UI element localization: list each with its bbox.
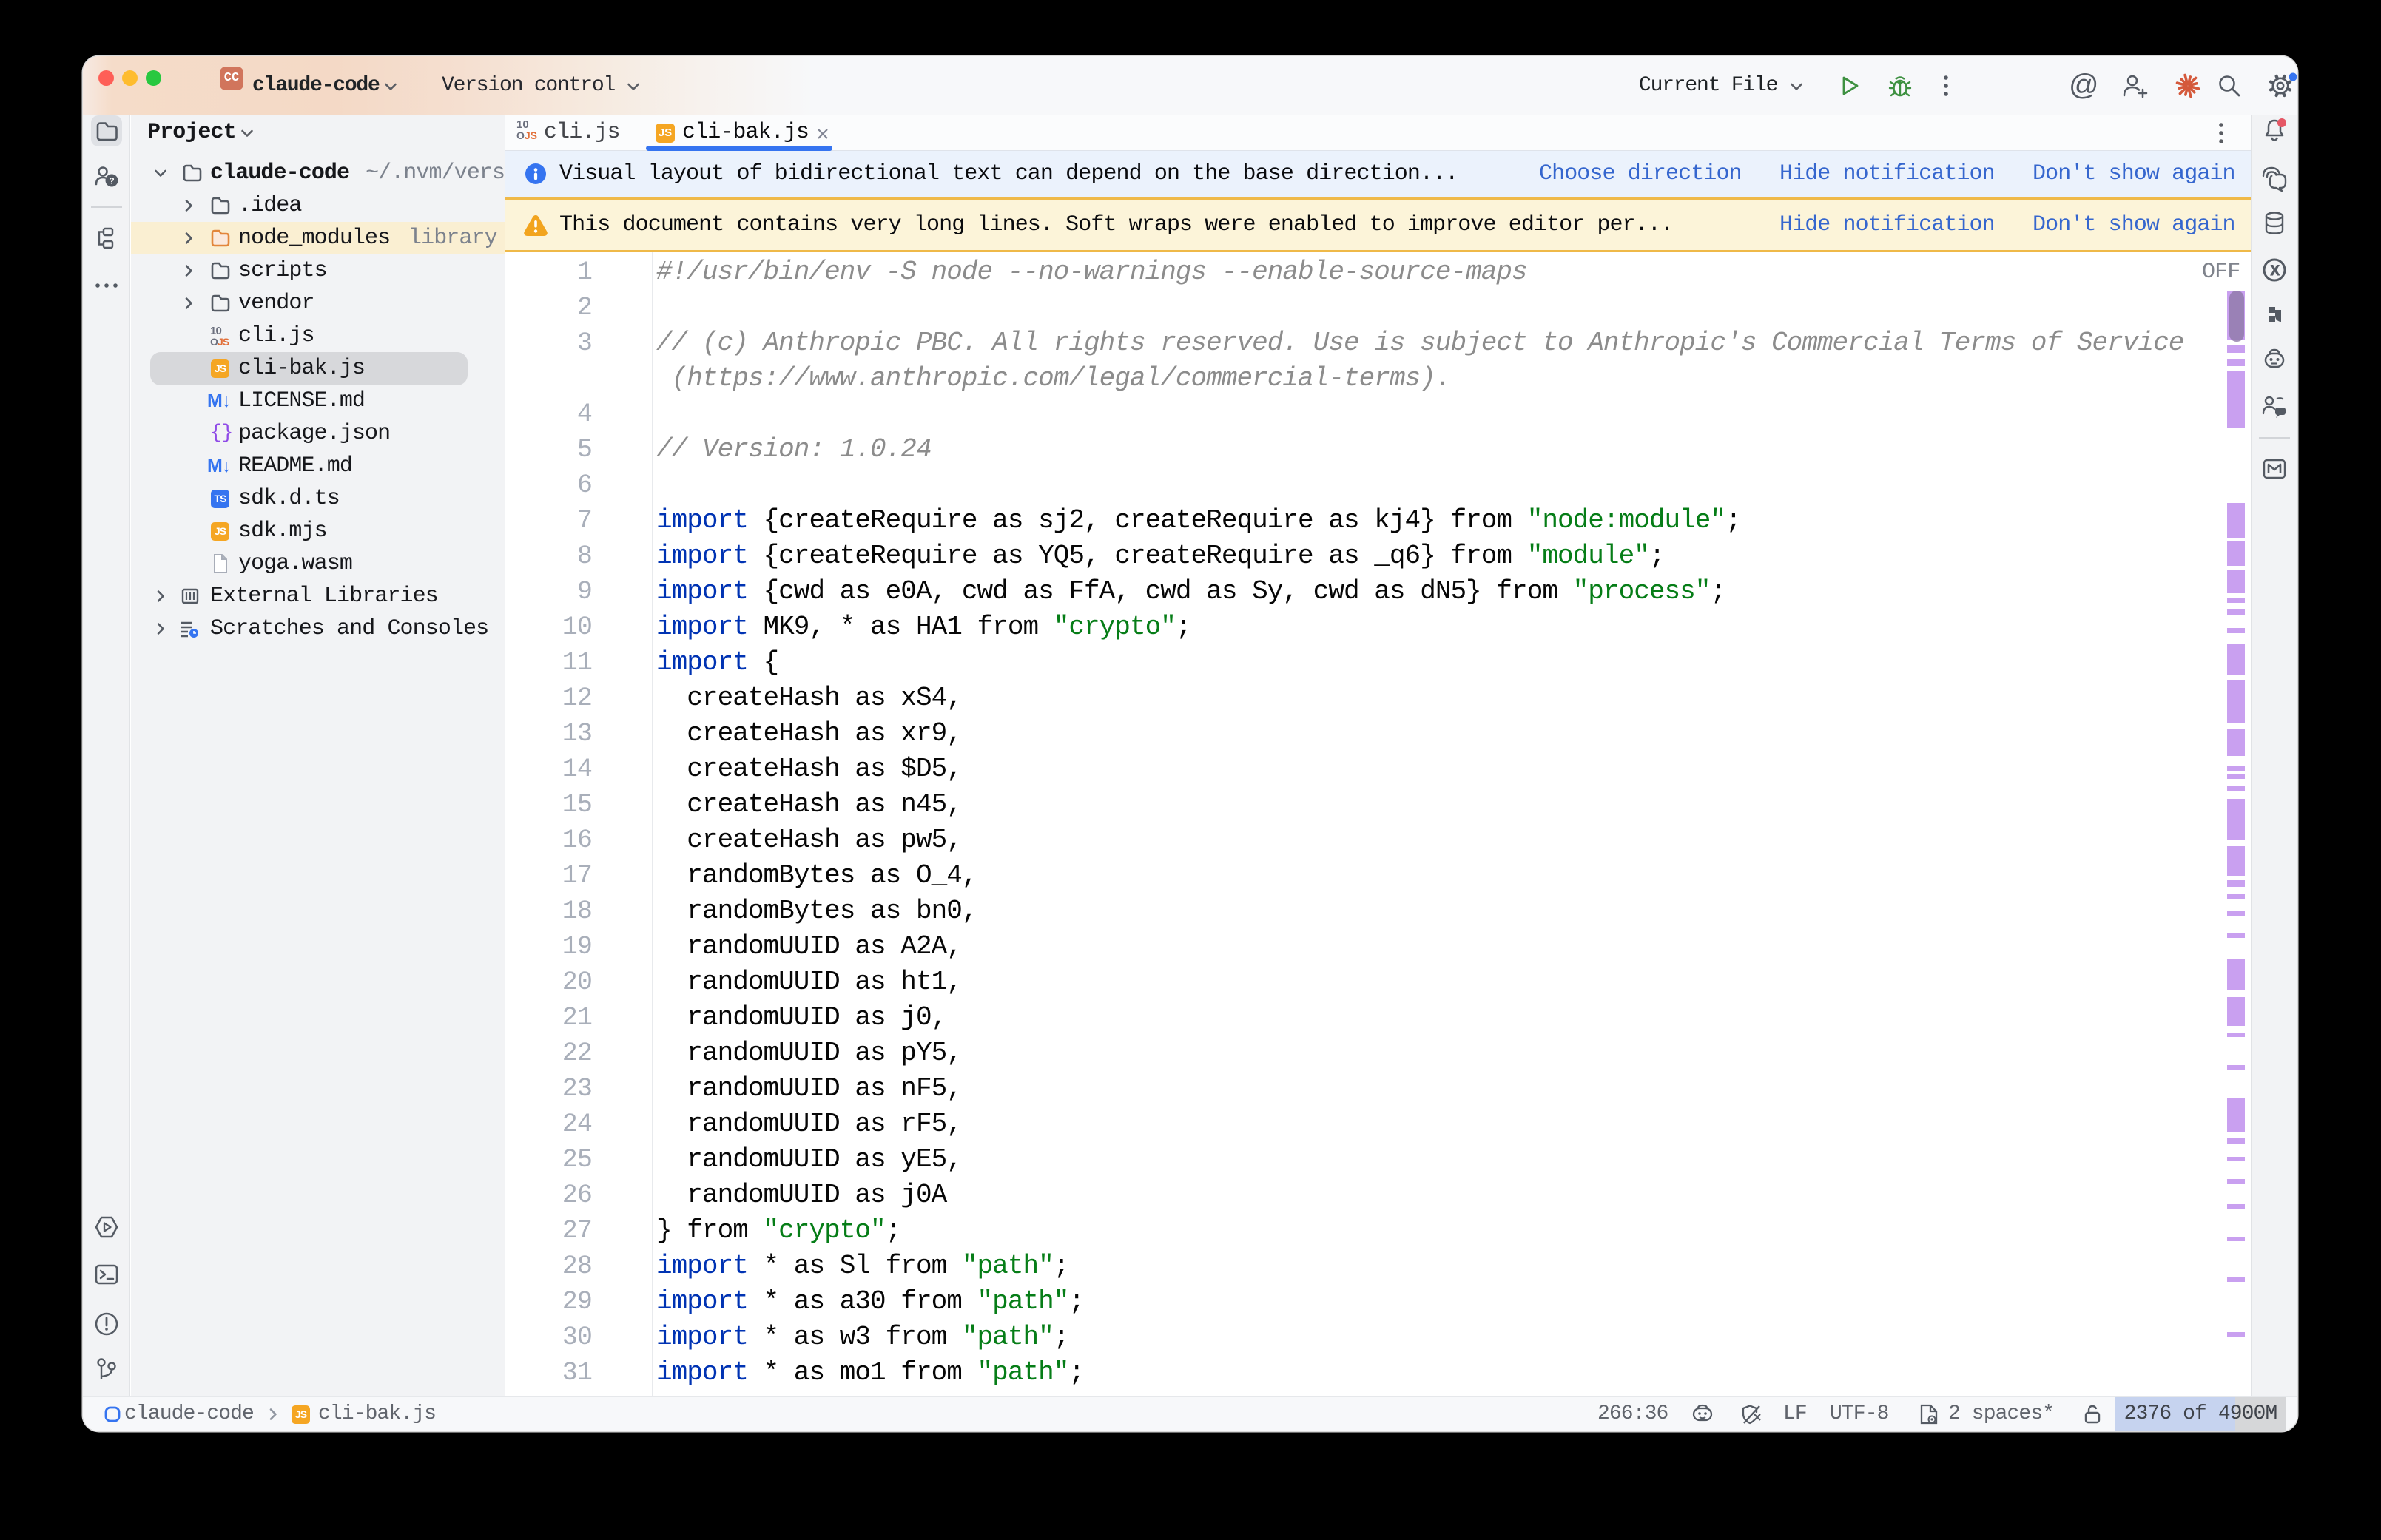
svg-text:?: ? — [109, 176, 114, 186]
